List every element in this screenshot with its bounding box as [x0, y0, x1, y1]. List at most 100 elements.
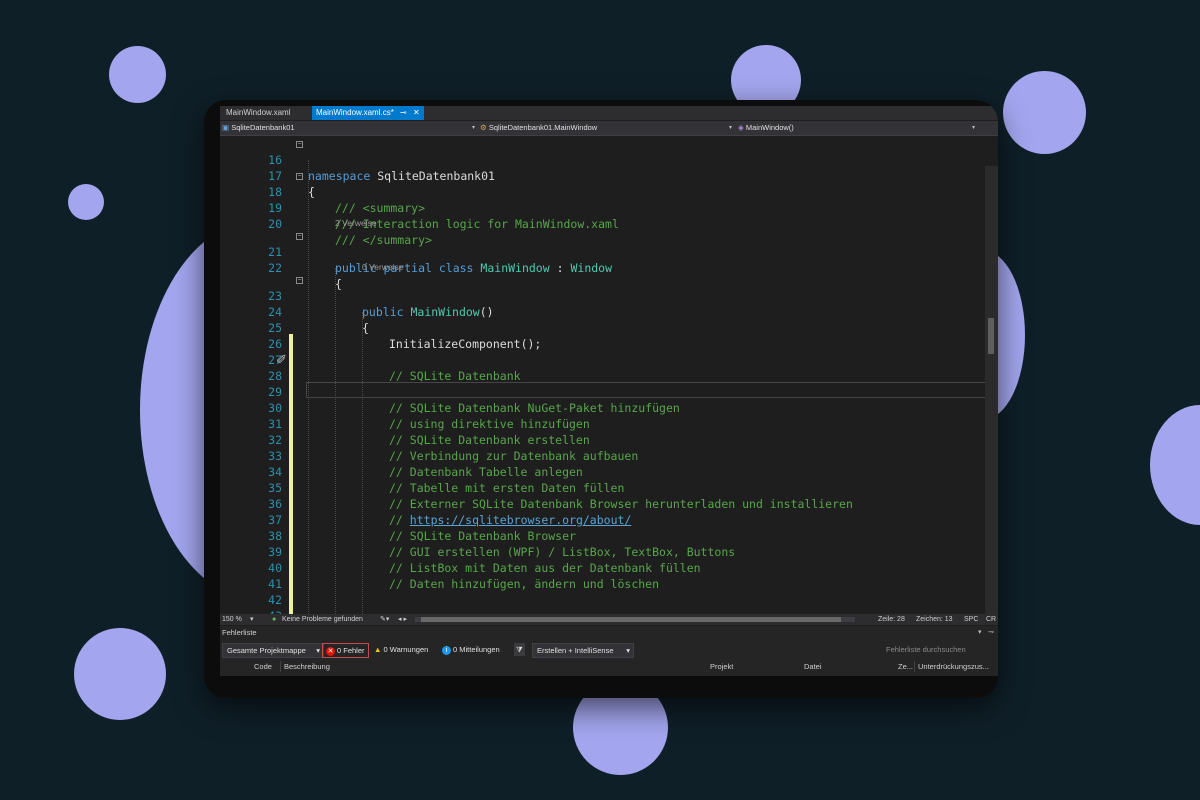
- check-circle-icon: ●: [272, 616, 277, 623]
- code-line-22: 22 {: [220, 244, 998, 291]
- code-line-41: 41: [220, 560, 998, 591]
- chevron-down-icon: ▾: [316, 646, 320, 655]
- chevron-down-icon[interactable]: ▾: [472, 122, 475, 134]
- code-line-18: 18 /// <summary>: [220, 168, 998, 215]
- brush-icon[interactable]: ✎▾: [380, 614, 389, 625]
- code-line-39: 39 // ListBox mit Daten aus der Datenban…: [220, 528, 998, 575]
- bubble-top-left: [109, 46, 166, 103]
- scrollbar-thumb[interactable]: [988, 318, 994, 354]
- error-list-panel: Fehlerliste ▾ ⊸ Gesamte Projektmappe ▾ ✕…: [220, 626, 998, 676]
- project-dropdown[interactable]: ▣ SqliteDatenbank01: [222, 122, 295, 134]
- pin-icon[interactable]: ⊸: [400, 108, 407, 117]
- navigation-bar: ▣ SqliteDatenbank01 ▾ ⚙ SqliteDatenbank0…: [220, 121, 998, 136]
- column-code[interactable]: Code: [254, 661, 272, 672]
- code-line-20: 20 /// </summary>: [220, 200, 998, 247]
- panel-dropdown-icon[interactable]: ▾: [978, 628, 982, 636]
- tab-mainwindow-xaml-cs[interactable]: MainWindow.xaml.cs* ⊸ ✕: [312, 106, 424, 120]
- errors-filter-button[interactable]: ✕ 0 Fehler: [322, 643, 369, 658]
- warnings-filter-button[interactable]: ▲ 0 Warnungen: [374, 643, 428, 656]
- filter-icon[interactable]: ⧩: [514, 643, 525, 656]
- warning-icon: ▲: [374, 645, 382, 654]
- whitespace-mode: SPC: [964, 616, 979, 623]
- chevron-down-icon[interactable]: ▾: [729, 122, 732, 134]
- code-line-26: 26: [220, 320, 998, 351]
- cursor-line: Zeile: 28: [878, 616, 905, 623]
- close-icon[interactable]: ✕: [413, 108, 420, 117]
- bubble-far-right: [1150, 405, 1200, 525]
- messages-filter-button[interactable]: i0 Mitteilungen: [442, 643, 500, 656]
- line-ending: CR: [986, 616, 997, 623]
- tab-label: MainWindow.xaml: [226, 108, 291, 117]
- code-line-43: 43: [220, 592, 998, 614]
- code-line-23: 23 public MainWindow(): [220, 272, 998, 319]
- method-icon: ◈: [738, 123, 744, 132]
- code-line-24: 24 {: [220, 288, 998, 335]
- code-line-35: 35 // Externer SQLite Datenbank Browser …: [220, 464, 998, 511]
- scope-dropdown[interactable]: Gesamte Projektmappe ▾: [222, 643, 324, 658]
- class-dropdown[interactable]: ⚙ SqliteDatenbank01.MainWindow: [480, 122, 597, 134]
- code-line-21: 21 public partial class MainWindow : Win…: [220, 228, 998, 275]
- chevron-down-icon[interactable]: ▾: [972, 122, 975, 134]
- code-line-42: 42: [220, 576, 998, 607]
- problems-status[interactable]: Keine Probleme gefunden: [282, 614, 363, 625]
- code-line-33: 33 // Datenbank Tabelle anlegen: [220, 432, 998, 479]
- code-line-29: 29 // SQLite Datenbank NuGet-Paket hinzu…: [220, 368, 998, 415]
- column-line[interactable]: Ze...: [898, 661, 913, 672]
- info-icon: i: [442, 645, 451, 655]
- code-line-37: 37 // SQLite Datenbank Browser: [220, 496, 998, 543]
- code-line-36: 36 // https://sqlitebrowser.org/about/: [220, 480, 998, 527]
- code-line-17: 17 {: [220, 152, 998, 199]
- code-editor[interactable]: − − − − ✐ 16 namespace SqliteDatenbank01…: [220, 136, 998, 614]
- class-name: SqliteDatenbank01.MainWindow: [488, 123, 598, 132]
- code-line-16: 16 namespace SqliteDatenbank01: [220, 136, 998, 183]
- column-description[interactable]: Beschreibung: [284, 661, 330, 672]
- warnings-count: 0 Warnungen: [383, 645, 429, 654]
- code-line-25: 25 InitializeComponent();: [220, 304, 998, 351]
- column-suppression[interactable]: Unterdrückungszus...: [918, 661, 989, 672]
- messages-count: 0 Mitteilungen: [453, 645, 500, 654]
- zoom-level[interactable]: 150 %: [222, 614, 242, 625]
- column-file[interactable]: Datei: [804, 661, 822, 672]
- code-line-31: 31 // SQLite Datenbank erstellen: [220, 400, 998, 447]
- nav-arrows-icon[interactable]: ◂ ▸: [398, 614, 407, 625]
- column-divider: [280, 661, 281, 672]
- code-line-28: 28: [220, 352, 998, 383]
- errors-count: 0 Fehler: [337, 646, 365, 655]
- class-icon: ⚙: [480, 123, 487, 132]
- bubble-top-right: [1003, 71, 1086, 154]
- cursor-char: Zeichen: 13: [916, 616, 953, 623]
- code-line-19: 19 /// Interaction logic for MainWindow.…: [220, 184, 998, 231]
- horizontal-scrollbar[interactable]: [415, 617, 855, 622]
- code-line-40: 40 // Daten hinzufügen, ändern und lösch…: [220, 544, 998, 591]
- member-name: MainWindow(): [745, 123, 794, 132]
- bubble-small-left: [68, 184, 104, 220]
- search-placeholder: Fehlerliste durchsuchen: [886, 645, 966, 654]
- chevron-down-icon: ▾: [626, 646, 630, 655]
- project-name: SqliteDatenbank01: [231, 123, 295, 132]
- csharp-project-icon: ▣: [222, 123, 230, 132]
- scrollbar-thumb[interactable]: [421, 617, 841, 622]
- vertical-scrollbar[interactable]: [985, 166, 998, 614]
- chevron-down-icon[interactable]: ▾: [250, 614, 254, 625]
- tab-label: MainWindow.xaml.cs*: [316, 108, 394, 117]
- code-line-30: 30 // using direktive hinzufügen: [220, 384, 998, 431]
- panel-title: Fehlerliste: [222, 628, 257, 637]
- build-filter-label: Erstellen + IntelliSense: [537, 646, 614, 655]
- member-dropdown[interactable]: ◈ MainWindow(): [738, 122, 794, 134]
- ide-window: MainWindow.xaml MainWindow.xaml.cs* ⊸ ✕ …: [220, 106, 998, 676]
- panel-pin-icon[interactable]: ⊸: [988, 628, 994, 636]
- code-line-32: 32 // Verbindung zur Datenbank aufbauen: [220, 416, 998, 463]
- column-divider: [914, 661, 915, 672]
- build-filter-dropdown[interactable]: Erstellen + IntelliSense ▾: [532, 643, 634, 658]
- document-tab-bar: MainWindow.xaml MainWindow.xaml.cs* ⊸ ✕: [220, 106, 998, 120]
- tab-mainwindow-xaml[interactable]: MainWindow.xaml: [222, 106, 294, 120]
- device-frame: MainWindow.xaml MainWindow.xaml.cs* ⊸ ✕ …: [204, 100, 998, 698]
- code-line-27: 27 // SQLite Datenbank: [220, 336, 998, 383]
- code-line-34: 34 // Tabelle mit ersten Daten füllen: [220, 448, 998, 495]
- search-input[interactable]: Fehlerliste durchsuchen: [886, 643, 994, 656]
- code-line-38: 38 // GUI erstellen (WPF) / ListBox, Tex…: [220, 512, 998, 559]
- column-project[interactable]: Projekt: [710, 661, 733, 672]
- scope-label: Gesamte Projektmappe: [227, 646, 306, 655]
- bubble-bottom-left: [74, 628, 166, 720]
- error-icon: ✕: [326, 646, 335, 656]
